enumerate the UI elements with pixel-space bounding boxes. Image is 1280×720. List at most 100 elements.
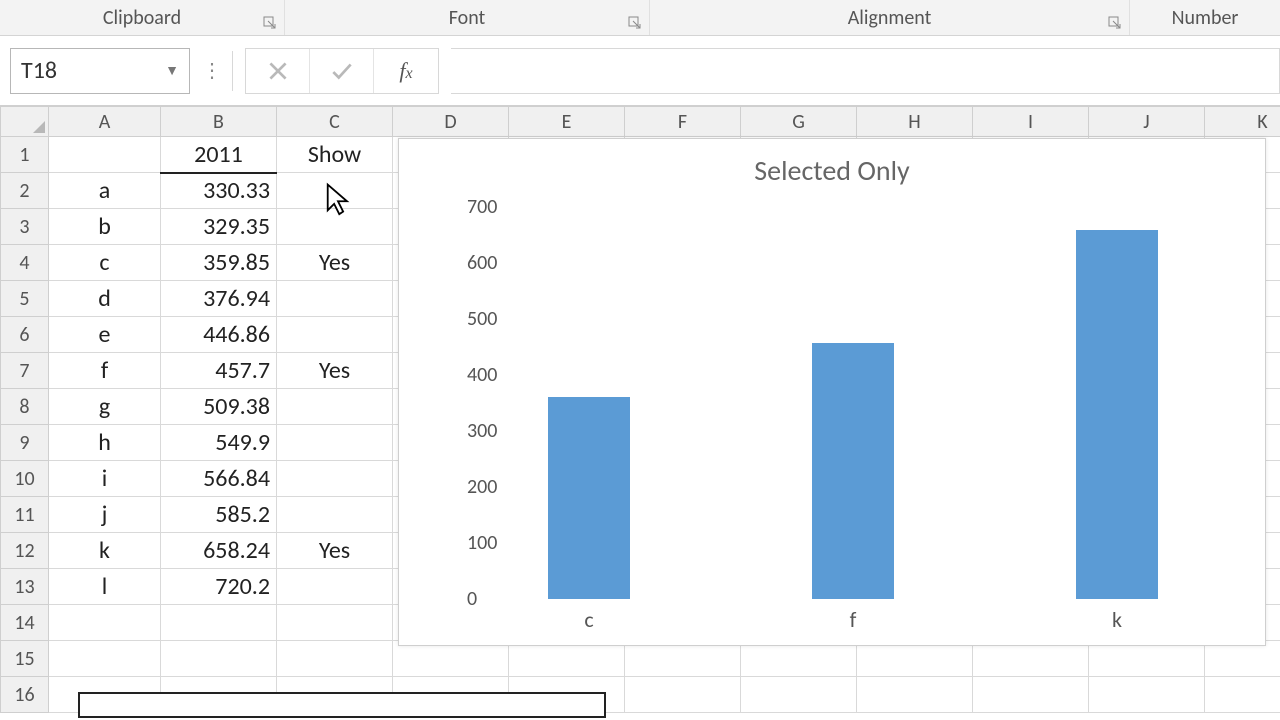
cell[interactable] xyxy=(741,677,857,713)
cell[interactable]: f xyxy=(49,353,161,389)
chevron-down-icon[interactable]: ▼ xyxy=(165,62,179,79)
cell[interactable]: d xyxy=(49,281,161,317)
enter-button[interactable] xyxy=(310,49,374,93)
cell[interactable] xyxy=(277,461,393,497)
cell[interactable]: 446.86 xyxy=(161,317,277,353)
cell[interactable]: 509.38 xyxy=(161,389,277,425)
cell[interactable]: 457.7 xyxy=(161,353,277,389)
chart-bar[interactable] xyxy=(812,343,894,599)
insert-function-button[interactable]: fx xyxy=(374,49,438,93)
cell[interactable]: Yes xyxy=(277,353,393,389)
cell[interactable]: Yes xyxy=(277,245,393,281)
cell[interactable] xyxy=(277,389,393,425)
cell[interactable]: 2011 xyxy=(161,137,277,173)
name-box[interactable]: T18 ▼ xyxy=(10,48,190,94)
row-header[interactable]: 11 xyxy=(1,497,49,533)
row-header[interactable]: 16 xyxy=(1,677,49,713)
row-header[interactable]: 14 xyxy=(1,605,49,641)
column-header[interactable]: C xyxy=(277,107,393,137)
cell[interactable] xyxy=(1205,677,1280,713)
chart-bar[interactable] xyxy=(548,397,630,599)
row-header[interactable]: 15 xyxy=(1,641,49,677)
cell[interactable]: 549.9 xyxy=(161,425,277,461)
row-header[interactable]: 6 xyxy=(1,317,49,353)
dialog-launcher-icon[interactable] xyxy=(1107,15,1123,31)
cell[interactable]: h xyxy=(49,425,161,461)
column-header[interactable]: J xyxy=(1089,107,1205,137)
cell[interactable]: 585.2 xyxy=(161,497,277,533)
ribbon-group-labels: Clipboard Font Alignment Number xyxy=(0,0,1280,36)
cell[interactable] xyxy=(277,497,393,533)
select-all-corner[interactable] xyxy=(1,107,49,137)
row-header[interactable]: 5 xyxy=(1,281,49,317)
fx-icon: fx xyxy=(399,58,412,84)
cell[interactable]: l xyxy=(49,569,161,605)
column-header[interactable]: F xyxy=(625,107,741,137)
row-header[interactable]: 10 xyxy=(1,461,49,497)
cell[interactable]: a xyxy=(49,173,161,209)
cell[interactable] xyxy=(277,209,393,245)
column-header[interactable]: E xyxy=(509,107,625,137)
cell[interactable]: 658.24 xyxy=(161,533,277,569)
cell[interactable]: Show xyxy=(277,137,393,173)
chart-y-tick: 700 xyxy=(467,195,497,219)
cell[interactable]: 359.85 xyxy=(161,245,277,281)
cell[interactable]: Yes xyxy=(277,533,393,569)
cell[interactable] xyxy=(277,173,393,209)
cell[interactable]: 376.94 xyxy=(161,281,277,317)
row-header[interactable]: 3 xyxy=(1,209,49,245)
formula-input[interactable] xyxy=(451,48,1280,94)
cell[interactable] xyxy=(277,317,393,353)
cell[interactable] xyxy=(277,641,393,677)
ribbon-group-clipboard: Clipboard xyxy=(0,0,285,35)
row-header[interactable]: 8 xyxy=(1,389,49,425)
cell[interactable]: b xyxy=(49,209,161,245)
cell[interactable] xyxy=(973,677,1089,713)
cell[interactable]: 330.33 xyxy=(161,173,277,209)
cell[interactable] xyxy=(161,641,277,677)
worksheet-grid[interactable]: A B C D E F G H I J K 12011Show2a330.333… xyxy=(0,106,1280,720)
cell[interactable] xyxy=(49,137,161,173)
column-header[interactable]: H xyxy=(857,107,973,137)
chart-title[interactable]: Selected Only xyxy=(399,153,1265,188)
cell[interactable] xyxy=(277,425,393,461)
cell[interactable]: 566.84 xyxy=(161,461,277,497)
row-header[interactable]: 12 xyxy=(1,533,49,569)
column-header[interactable]: I xyxy=(973,107,1089,137)
column-header[interactable]: B xyxy=(161,107,277,137)
dialog-launcher-icon[interactable] xyxy=(627,15,643,31)
row-header[interactable]: 2 xyxy=(1,173,49,209)
cell[interactable] xyxy=(161,605,277,641)
column-header[interactable]: D xyxy=(393,107,509,137)
row-header[interactable]: 9 xyxy=(1,425,49,461)
row-header[interactable]: 7 xyxy=(1,353,49,389)
cell[interactable] xyxy=(277,281,393,317)
chart-bar[interactable] xyxy=(1076,230,1158,599)
column-header[interactable]: A xyxy=(49,107,161,137)
embedded-chart[interactable]: Selected Only 0100200300400500600700cfk xyxy=(398,138,1266,646)
column-header-row[interactable]: A B C D E F G H I J K xyxy=(1,107,1280,137)
row-header[interactable]: 4 xyxy=(1,245,49,281)
row-header[interactable]: 13 xyxy=(1,569,49,605)
cell[interactable] xyxy=(49,641,161,677)
cell[interactable] xyxy=(625,677,741,713)
cell[interactable]: g xyxy=(49,389,161,425)
column-header[interactable]: K xyxy=(1205,107,1280,137)
chart-plot-area[interactable]: 0100200300400500600700cfk xyxy=(457,207,1249,599)
column-header[interactable]: G xyxy=(741,107,857,137)
cell[interactable] xyxy=(277,605,393,641)
cell[interactable]: 720.2 xyxy=(161,569,277,605)
cell[interactable]: j xyxy=(49,497,161,533)
cell[interactable] xyxy=(49,605,161,641)
cell[interactable]: c xyxy=(49,245,161,281)
cell[interactable] xyxy=(277,569,393,605)
cell[interactable]: 329.35 xyxy=(161,209,277,245)
cell[interactable] xyxy=(1089,677,1205,713)
cell[interactable] xyxy=(857,677,973,713)
cell[interactable]: i xyxy=(49,461,161,497)
cancel-button[interactable] xyxy=(246,49,310,93)
row-header[interactable]: 1 xyxy=(1,137,49,173)
dialog-launcher-icon[interactable] xyxy=(262,15,278,31)
cell[interactable]: k xyxy=(49,533,161,569)
cell[interactable]: e xyxy=(49,317,161,353)
